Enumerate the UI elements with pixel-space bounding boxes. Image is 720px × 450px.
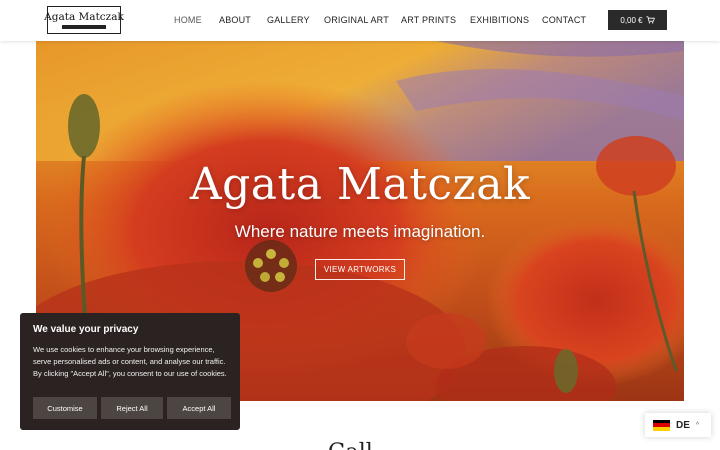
site-header: Agata Matczak HOME ABOUT GALLERY ORIGINA…: [0, 0, 720, 41]
cart-total: 0,00 €: [620, 15, 643, 25]
nav-exhibitions[interactable]: EXHIBITIONS: [470, 15, 529, 25]
reject-all-button[interactable]: Reject All: [101, 397, 163, 419]
cookie-title: We value your privacy: [33, 324, 139, 335]
chevron-up-icon: ^: [695, 421, 700, 429]
view-artworks-button[interactable]: VIEW ARTWORKS: [315, 259, 405, 280]
accept-all-button[interactable]: Accept All: [167, 397, 231, 419]
cookie-text: We use cookies to enhance your browsing …: [33, 345, 227, 378]
nav-original-art[interactable]: ORIGINAL ART: [324, 15, 389, 25]
language-switcher[interactable]: DE ^: [645, 413, 711, 437]
nav-gallery[interactable]: GALLERY: [267, 15, 310, 25]
hero-title: Agata Matczak: [189, 159, 531, 210]
nav-home[interactable]: HOME: [174, 15, 202, 25]
nav-art-prints[interactable]: ART PRINTS: [401, 15, 456, 25]
gallery-section-heading: Gall: [328, 440, 373, 450]
customise-button[interactable]: Customise: [33, 397, 97, 419]
nav-about[interactable]: ABOUT: [219, 15, 251, 25]
cookie-buttons: Customise Reject All Accept All: [33, 397, 231, 419]
cart-button[interactable]: 0,00 €: [608, 10, 667, 30]
cart-icon: [646, 16, 655, 24]
nav-contact[interactable]: CONTACT: [542, 15, 586, 25]
language-code: DE: [676, 419, 690, 431]
german-flag-icon: [653, 419, 670, 431]
cookie-consent-banner: We value your privacy We use cookies to …: [20, 313, 240, 430]
hero-tagline: Where nature meets imagination.: [234, 222, 486, 241]
